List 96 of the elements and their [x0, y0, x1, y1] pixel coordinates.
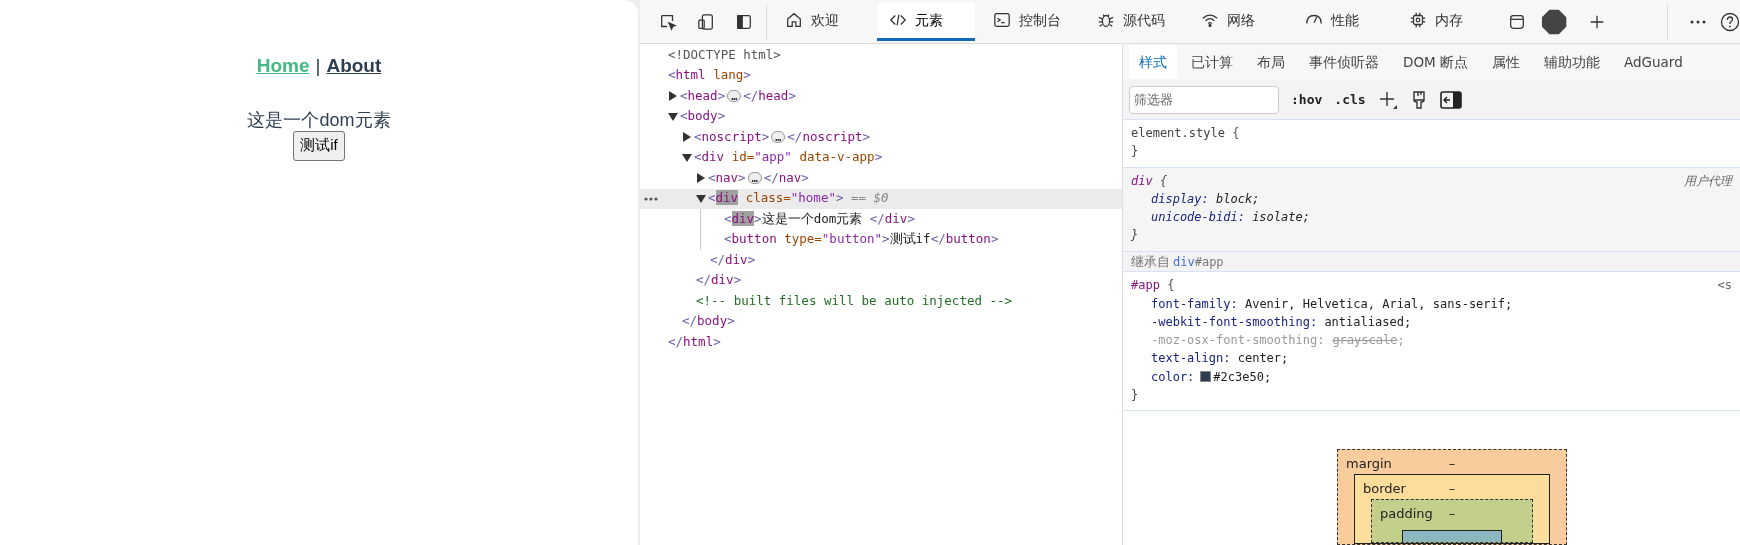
bug-icon: [1096, 11, 1115, 29]
chip-icon: [1408, 11, 1427, 29]
expand-content-button[interactable]: …: [771, 131, 786, 144]
house-icon: [784, 11, 803, 29]
code-text: <div id="app" data-v-app>: [694, 148, 883, 167]
element-link[interactable]: div: [1173, 252, 1195, 271]
styles-tab[interactable]: 事件侦听器: [1299, 45, 1389, 79]
code-text: </nav>: [763, 168, 809, 187]
collapsed-arrow-icon[interactable]: [696, 173, 706, 184]
expanded-arrow-icon[interactable]: [668, 111, 678, 122]
property-name: -moz-osx-font-smoothing:: [1151, 332, 1325, 350]
panel-tab[interactable]: 欢迎: [772, 2, 871, 41]
layer-label: border: [1363, 479, 1406, 498]
nav-link[interactable]: About: [326, 52, 382, 81]
rule-origin[interactable]: <s: [1717, 276, 1732, 295]
property-value: grayscale;: [1331, 332, 1405, 350]
property-name: text-align:: [1151, 350, 1231, 368]
collapsed-arrow-icon[interactable]: [668, 91, 678, 102]
devices-icon: [696, 12, 715, 31]
rule-selector: element.style {: [1131, 125, 1240, 142]
element-id: #app: [1194, 253, 1224, 271]
panel-tab[interactable]: 网络: [1188, 2, 1287, 41]
closing-brace: }: [1131, 387, 1139, 405]
property-value: center;: [1236, 350, 1289, 368]
property-name: font-family:: [1151, 295, 1238, 313]
code-text: <html lang>: [668, 66, 751, 85]
cls-button[interactable]: .cls: [1334, 89, 1366, 110]
code-text: <noscript>: [694, 127, 770, 146]
expand-content-button[interactable]: …: [747, 172, 762, 185]
more-icon: [1689, 19, 1706, 24]
property-name: display:: [1151, 190, 1209, 208]
property-value: #2c3e50;: [1213, 368, 1272, 386]
rule-selector: #app {: [1131, 277, 1175, 295]
selected-row[interactable]: <div class="home"> == $0: [640, 188, 1122, 209]
new-rule-icon[interactable]: [1377, 89, 1398, 110]
property-value: Avenir, Helvetica, Arial, sans-serif;: [1243, 295, 1513, 313]
code-text: <div class="home"> == $0: [708, 189, 889, 208]
layer-label: padding: [1380, 504, 1433, 523]
hov-button[interactable]: :hov: [1291, 89, 1323, 110]
panel-tab[interactable]: 性能: [1292, 2, 1391, 41]
sidebar-icon: [734, 12, 753, 31]
expanded-arrow-icon[interactable]: [682, 152, 692, 163]
code-text: </html>: [668, 332, 721, 351]
panel-tab[interactable]: 控制台: [980, 2, 1079, 41]
layer-value: –: [1448, 454, 1456, 473]
code-text: <!-- built files will be auto injected -->: [696, 291, 1013, 310]
code-text: <body>: [680, 107, 726, 126]
panel-tab[interactable]: 元素: [876, 2, 975, 41]
styles-tab[interactable]: 样式: [1129, 45, 1177, 79]
code-text: </body>: [682, 312, 735, 331]
more-icon[interactable]: [644, 196, 658, 201]
layer-label: margin: [1346, 454, 1392, 473]
styles-tab[interactable]: 已计算: [1181, 45, 1243, 79]
wifi-icon: [1200, 11, 1219, 29]
code-text: <head>: [680, 86, 726, 105]
property-value: isolate;: [1251, 209, 1310, 227]
rule-origin[interactable]: 用户代理: [1684, 171, 1732, 190]
collapsed-arrow-icon[interactable]: [682, 132, 692, 143]
code-text: </div>: [710, 250, 756, 269]
panel-tab[interactable]: 源代码: [1084, 2, 1183, 41]
layer-value: –: [1448, 479, 1456, 498]
closing-brace: }: [1131, 143, 1139, 161]
code-text: <nav>: [708, 168, 746, 187]
color-swatch[interactable]: [1200, 371, 1212, 383]
code-text: </head>: [743, 86, 796, 105]
code-text: <!DOCTYPE html>: [668, 45, 781, 64]
layer-value: –: [1448, 504, 1456, 523]
styles-tab[interactable]: 辅助功能: [1533, 45, 1610, 79]
property-name: -webkit-font-smoothing:: [1151, 313, 1318, 331]
panel-tab[interactable]: 内存: [1396, 2, 1495, 41]
styles-tab[interactable]: DOM 断点: [1393, 45, 1478, 79]
property-value: block;: [1215, 190, 1260, 208]
window-icon: [1507, 12, 1526, 31]
octagon-icon[interactable]: [1540, 7, 1567, 36]
property-name: color:: [1151, 368, 1195, 386]
property-name: unicode-bidi:: [1151, 209, 1245, 227]
styles-tab[interactable]: 布局: [1247, 45, 1295, 79]
code-text: </div>: [696, 271, 742, 290]
expand-content-button[interactable]: …: [727, 90, 742, 103]
nav-separator: |: [315, 54, 321, 78]
property-value: antialiased;: [1323, 313, 1412, 331]
rule-selector: div {: [1131, 172, 1168, 190]
styles-tab[interactable]: AdGuard: [1613, 45, 1693, 79]
code-text: <button type="button">测试if</button>: [724, 230, 999, 249]
sidebar-toggle-icon[interactable]: [1439, 90, 1462, 109]
cursor-icon: [658, 12, 677, 31]
expanded-arrow-icon[interactable]: [696, 193, 706, 204]
console-icon: [992, 11, 1011, 29]
closing-brace: }: [1131, 227, 1139, 245]
help-icon[interactable]: [1720, 11, 1740, 32]
filter-field[interactable]: 筛选器: [1129, 85, 1279, 114]
page-text: 这是一个dom元素: [247, 108, 391, 131]
code-text: </noscript>: [787, 127, 871, 146]
inherited-label: 继承自: [1131, 252, 1170, 271]
test-button[interactable]: 测试if: [293, 130, 345, 161]
styles-tab[interactable]: 属性: [1481, 45, 1530, 79]
